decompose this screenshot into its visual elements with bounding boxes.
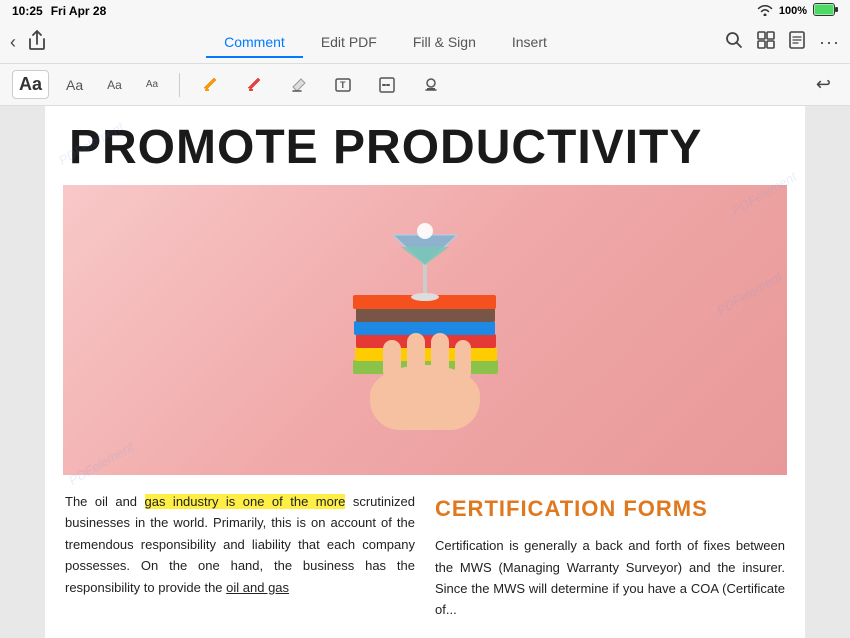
right-column-body: Certification is generally a back and fo…: [435, 535, 785, 621]
undo-icon: ↩: [816, 74, 831, 95]
undo-button[interactable]: ↩: [809, 70, 838, 99]
status-right: 100%: [757, 3, 838, 19]
svg-text:T: T: [340, 80, 346, 90]
left-column: The oil and gas industry is one of the m…: [65, 491, 415, 621]
page-icon[interactable]: [789, 31, 805, 54]
text-style-medium[interactable]: Aa: [59, 73, 90, 97]
text-style-large[interactable]: Aa: [12, 70, 49, 99]
hero-illustration: [63, 185, 787, 475]
grid-icon[interactable]: [757, 31, 775, 54]
page-title-section: PROMOTE PRODUCTIVITY: [45, 106, 805, 185]
tab-comment[interactable]: Comment: [206, 28, 303, 58]
search-icon[interactable]: [725, 31, 743, 54]
dash-tool[interactable]: [370, 71, 404, 99]
back-icon[interactable]: ‹: [10, 32, 16, 53]
right-column-title: CERTIFICATION FORMS: [435, 491, 785, 527]
wifi-icon: [757, 4, 773, 19]
eraser-tool[interactable]: [282, 71, 316, 99]
nav-bar: ‹ Comment Edit PDF Fill & Sign Insert: [0, 22, 850, 64]
share-icon[interactable]: [28, 30, 46, 55]
battery-label: 100%: [779, 5, 807, 17]
divider-1: [179, 73, 180, 97]
text-style-xs[interactable]: Aa: [139, 75, 165, 94]
nav-left: ‹: [10, 30, 46, 55]
hero-image: [63, 185, 787, 475]
tab-insert[interactable]: Insert: [494, 28, 565, 58]
highlight-pen-red[interactable]: [238, 71, 272, 99]
status-bar: 10:25 Fri Apr 28 100%: [0, 0, 850, 22]
right-column: CERTIFICATION FORMS Certification is gen…: [435, 491, 785, 621]
date: Fri Apr 28: [51, 4, 107, 18]
highlighted-text: gas industry is one of the more: [145, 494, 346, 509]
tab-fill-sign[interactable]: Fill & Sign: [395, 28, 494, 58]
text-style-small[interactable]: Aa: [100, 74, 129, 96]
tab-edit-pdf[interactable]: Edit PDF: [303, 28, 395, 58]
text-box-tool[interactable]: T: [326, 71, 360, 99]
text-before-highlight: The oil and: [65, 494, 145, 509]
stamp-tool[interactable]: [414, 71, 448, 99]
status-left: 10:25 Fri Apr 28: [12, 4, 106, 18]
toolbar: Aa Aa Aa Aa T: [0, 64, 850, 106]
pdf-page: PDFelement PDFelement PDFelement PDFelem…: [45, 106, 805, 638]
highlight-pen-orange[interactable]: [194, 71, 228, 99]
underlined-text: oil and gas: [226, 580, 289, 595]
time: 10:25: [12, 4, 43, 18]
nav-right: ···: [725, 31, 840, 54]
two-column-section: The oil and gas industry is one of the m…: [45, 475, 805, 631]
nav-tabs: Comment Edit PDF Fill & Sign Insert: [54, 28, 717, 58]
document-area: PDFelement PDFelement PDFelement PDFelem…: [0, 106, 850, 638]
battery-icon: [813, 3, 838, 19]
page-main-title: PROMOTE PRODUCTIVITY: [69, 122, 781, 175]
hero-background: [63, 185, 787, 475]
more-options-icon[interactable]: ···: [819, 32, 840, 53]
